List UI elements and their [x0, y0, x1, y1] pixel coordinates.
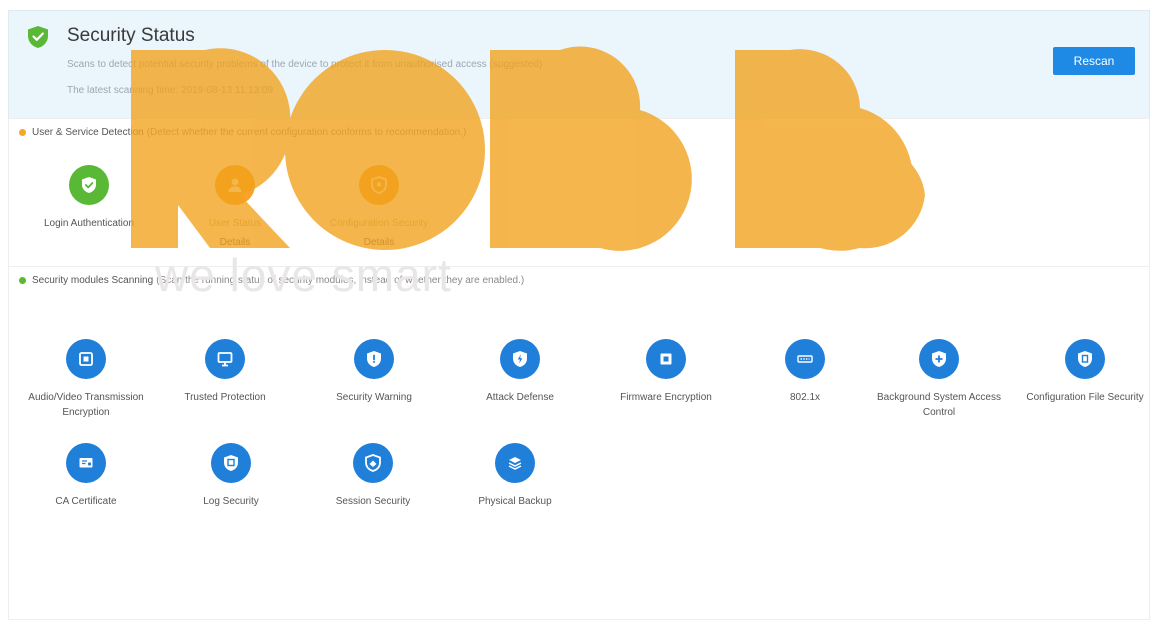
attack-shield-icon: [513, 351, 527, 367]
user-service-detection-section: User & Service Detection (Detect whether …: [8, 118, 1150, 268]
item-label: Physical Backup: [478, 496, 552, 507]
configuration-security-details-link[interactable]: Details: [309, 237, 449, 248]
session-shield-icon: [365, 454, 381, 472]
warning-dot-icon: [19, 128, 26, 136]
access-shield-icon: [932, 351, 946, 367]
monitor-shield-icon: [217, 352, 233, 367]
module-badge: [66, 339, 106, 379]
user-service-heading: User & Service Detection (Detect whether …: [19, 127, 466, 138]
module-badge: [66, 443, 106, 483]
module-badge: [211, 443, 251, 483]
user-status-badge: [215, 165, 255, 205]
log-shield-icon: [224, 455, 238, 471]
physical-backup-item[interactable]: Physical Backup: [445, 443, 585, 509]
item-label: Audio/Video Transmission Encryption: [28, 392, 144, 418]
section-description: (Scan the running status of security mod…: [156, 275, 525, 286]
last-scan-time: The latest scanning time: 2019-08-13 11:…: [67, 85, 274, 96]
session-security-item[interactable]: Session Security: [303, 443, 443, 509]
rescan-button[interactable]: Rescan: [1053, 47, 1135, 75]
header-description: Scans to detect potential security probl…: [67, 59, 543, 70]
trusted-protection-item[interactable]: Trusted Protection: [155, 339, 295, 405]
security-status-header: Security Status Scans to detect potentia…: [8, 10, 1150, 120]
firmware-icon: [660, 353, 672, 365]
network-8021x-icon: [797, 355, 813, 363]
ca-certificate-item[interactable]: CA Certificate: [16, 443, 156, 509]
item-label: 802.1x: [789, 392, 821, 403]
page-title: Security Status: [67, 25, 195, 46]
ok-dot-icon: [19, 276, 26, 284]
item-label: Configuration Security: [329, 218, 429, 229]
background-system-access-control-item[interactable]: Background System Access Control: [869, 339, 1009, 420]
item-label: Security Warning: [336, 392, 412, 403]
file-shield-icon: [1078, 351, 1092, 367]
section-name: Security modules Scanning: [32, 275, 154, 286]
security-modules-heading: Security modules Scanning (Scan the runni…: [19, 275, 524, 286]
attack-defense-item[interactable]: Attack Defense: [450, 339, 590, 405]
item-label: CA Certificate: [55, 496, 117, 507]
video-encryption-icon: [79, 352, 93, 366]
item-label: User Status: [208, 218, 262, 229]
module-badge: [785, 339, 825, 379]
module-badge: [205, 339, 245, 379]
item-label: Trusted Protection: [184, 392, 266, 403]
module-badge: [495, 443, 535, 483]
user-icon: [228, 178, 242, 192]
section-description: (Detect whether the current configuratio…: [146, 127, 467, 138]
firmware-encryption-item[interactable]: Firmware Encryption: [596, 339, 736, 405]
module-badge: [919, 339, 959, 379]
backup-icon: [508, 457, 522, 470]
configuration-security-item[interactable]: Configuration Security Details: [309, 165, 449, 248]
item-label: Attack Defense: [486, 392, 554, 403]
av-transmission-encryption-item[interactable]: Audio/Video Transmission Encryption: [16, 339, 156, 420]
login-authentication-badge: [69, 165, 109, 205]
user-status-item[interactable]: User Status Details: [165, 165, 305, 248]
security-modules-section: Security modules Scanning (Scan the runni…: [8, 266, 1150, 620]
user-status-details-link[interactable]: Details: [165, 237, 305, 248]
item-label: Configuration File Security: [1026, 392, 1144, 403]
login-authentication-item[interactable]: Login Authentication: [19, 165, 159, 231]
item-label: Login Authentication: [43, 218, 135, 229]
module-badge: [354, 339, 394, 379]
config-shield-icon: [371, 176, 387, 194]
8021x-item[interactable]: 802.1x: [735, 339, 875, 405]
certificate-icon: [79, 458, 93, 468]
item-label: Session Security: [335, 496, 411, 507]
shield-check-icon: [82, 177, 96, 193]
item-label: Log Security: [203, 496, 259, 507]
warning-shield-icon: [367, 351, 381, 367]
configuration-security-badge: [359, 165, 399, 205]
section-name: User & Service Detection: [32, 127, 144, 138]
module-badge: [1065, 339, 1105, 379]
item-label: Background System Access Control: [877, 392, 1001, 418]
module-badge: [646, 339, 686, 379]
item-label: Firmware Encryption: [620, 392, 712, 403]
status-shield-icon: [28, 26, 48, 48]
security-status-page: Security Status Scans to detect potentia…: [0, 0, 1155, 623]
module-badge: [500, 339, 540, 379]
log-security-item[interactable]: Log Security: [161, 443, 301, 509]
configuration-file-security-item[interactable]: Configuration File Security: [1015, 339, 1155, 405]
module-badge: [353, 443, 393, 483]
security-warning-item[interactable]: Security Warning: [304, 339, 444, 405]
